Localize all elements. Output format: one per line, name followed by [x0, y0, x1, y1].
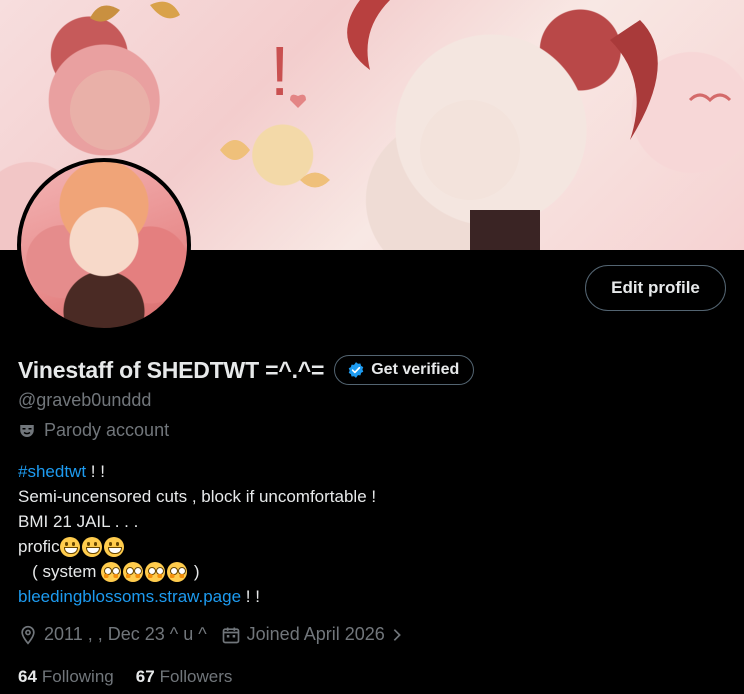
- profile-meta: 2011 , , Dec 23 ^ u ^ Joined April 2026: [18, 624, 425, 645]
- grin-emoji-icon: [103, 536, 124, 557]
- display-name: Vinestaff of SHEDTWT =^.^=: [18, 356, 325, 383]
- verified-badge-icon: [348, 362, 364, 378]
- profile-avatar[interactable]: [17, 158, 191, 332]
- flushed-emoji-icon: [101, 561, 122, 582]
- chevron-right-icon: [393, 628, 401, 641]
- parody-label: Parody account: [18, 420, 169, 441]
- followers-link[interactable]: 67 Followers: [136, 667, 233, 687]
- following-link[interactable]: 64 Following: [18, 667, 114, 687]
- bio-line-6: bleedingblossoms.straw.page ! !: [18, 584, 376, 609]
- followers-label: Followers: [159, 667, 233, 686]
- bio-line-2: Semi-uncensored cuts , block if uncomfor…: [18, 487, 377, 506]
- flushed-emoji-icon: [123, 561, 144, 582]
- parody-text: Parody account: [44, 420, 170, 440]
- follow-stats: 64 Following 67 Followers: [18, 667, 254, 687]
- calendar-icon: [222, 627, 239, 643]
- flushed-emoji-icon: [145, 561, 166, 582]
- flushed-emoji-icon: [167, 561, 188, 582]
- profile-name-row: Vinestaff of SHEDTWT =^.^= Get verified: [18, 355, 475, 385]
- edit-profile-button[interactable]: Edit profile: [585, 265, 726, 311]
- bio-line-3: BMI 21 JAIL . . .: [18, 512, 139, 531]
- profile-handle: @graveb0unddd: [18, 390, 152, 410]
- following-label: Following: [41, 667, 114, 686]
- svg-text:!: !: [270, 32, 289, 110]
- following-count: 64: [18, 667, 37, 686]
- bio-line-4-text: profic: [18, 537, 60, 556]
- location-text: 2011 , , Dec 23 ^ u ^: [44, 624, 207, 644]
- website-link[interactable]: bleedingblossoms.straw.page: [18, 584, 241, 609]
- bio-line-5-suffix: ): [189, 562, 200, 581]
- joined-text: Joined April 2026: [246, 624, 385, 644]
- grin-emoji-icon: [81, 536, 102, 557]
- hashtag-link[interactable]: #shedtwt: [18, 459, 86, 484]
- bio-line-1: #shedtwt ! !: [18, 459, 376, 484]
- bio-line-6-suffix: ! !: [241, 587, 260, 606]
- bio-line-5: ( system ): [18, 559, 376, 584]
- bio-line-4: profic: [18, 534, 376, 559]
- location-item: 2011 , , Dec 23 ^ u ^: [18, 624, 207, 645]
- followers-count: 67: [135, 667, 155, 686]
- profile-bio: #shedtwt ! ! Semi-uncensored cuts , bloc…: [18, 459, 376, 609]
- parody-mask-icon: [20, 424, 34, 437]
- get-verified-button[interactable]: Get verified: [334, 355, 475, 385]
- location-pin-icon: [21, 625, 35, 645]
- grin-emoji-icon: [59, 536, 80, 557]
- get-verified-label: Get verified: [371, 361, 460, 378]
- joined-item[interactable]: Joined April 2026: [221, 624, 411, 645]
- bio-line-1-suffix: ! !: [86, 462, 105, 481]
- bio-line-5-prefix: ( system: [18, 562, 102, 581]
